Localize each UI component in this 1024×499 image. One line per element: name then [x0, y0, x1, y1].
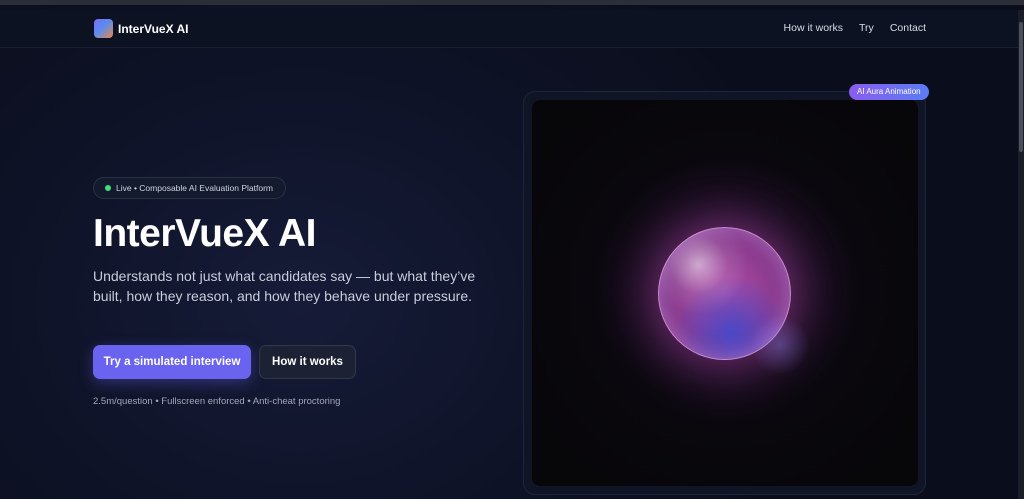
aura-animation-badge: AI Aura Animation: [849, 84, 929, 100]
feature-meta-line: 2.5m/question • Fullscreen enforced • An…: [93, 396, 341, 407]
logo-icon[interactable]: [94, 19, 113, 38]
nav-link-how-it-works[interactable]: How it works: [784, 22, 844, 34]
brand-name[interactable]: InterVueX AI: [118, 22, 188, 36]
live-status-text: Live • Composable AI Evaluation Platform: [116, 183, 274, 193]
nav-link-try[interactable]: Try: [859, 22, 874, 34]
top-navbar: InterVueX AI How it works Try Contact: [0, 10, 1018, 48]
scrollbar[interactable]: [1018, 10, 1024, 499]
orb-highlight: [750, 315, 810, 375]
nav-link-contact[interactable]: Contact: [890, 22, 926, 34]
live-status-pill: Live • Composable AI Evaluation Platform: [93, 177, 287, 199]
hero-title: InterVueX AI: [93, 212, 317, 255]
how-it-works-button[interactable]: How it works: [259, 345, 356, 379]
nav-links: How it works Try Contact: [784, 22, 926, 34]
hero-subtitle: Understands not just what candidates say…: [93, 268, 476, 304]
try-interview-button[interactable]: Try a simulated interview: [93, 345, 251, 379]
browser-window: InterVueX AI How it works Try Contact Li…: [0, 0, 1024, 499]
scrollbar-thumb[interactable]: [1019, 22, 1023, 152]
aura-animation-canvas: [532, 100, 918, 486]
live-dot-icon: [105, 185, 111, 191]
